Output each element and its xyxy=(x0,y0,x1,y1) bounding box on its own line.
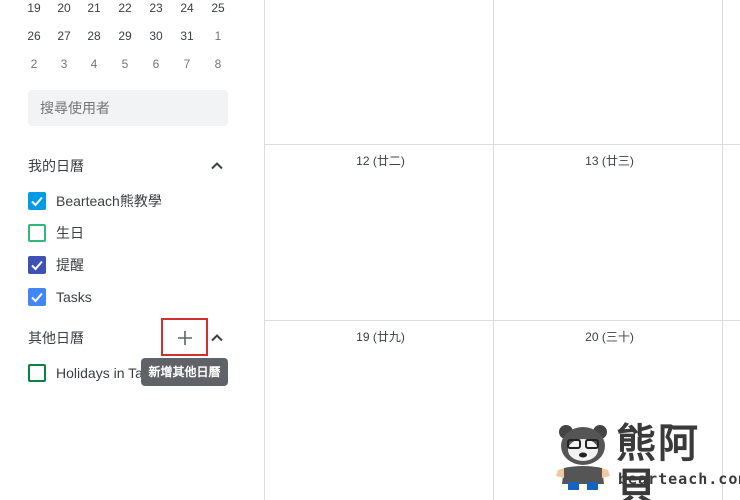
watermark-name: 熊阿貝 xyxy=(616,421,700,500)
calendar-item-bearteach[interactable]: Bearteach熊教學 xyxy=(28,190,258,212)
mini-calendar-day[interactable]: 27 xyxy=(50,28,78,44)
mini-calendar-day[interactable]: 30 xyxy=(142,28,170,44)
mini-calendar-week: 2 3 4 5 6 7 8 xyxy=(18,56,236,76)
mini-calendar-week: 19 20 21 22 23 24 25 xyxy=(18,0,236,20)
day-cell-date[interactable]: 19 (廿九) xyxy=(266,329,495,345)
calendar-item-tasks[interactable]: Tasks xyxy=(28,286,258,308)
day-cell-date[interactable]: 20 (三十) xyxy=(495,329,724,345)
my-calendars-title: 我的日曆 xyxy=(28,158,84,174)
grid-line xyxy=(264,320,740,321)
mini-calendar-day[interactable]: 26 xyxy=(20,28,48,44)
checkbox-unchecked-icon[interactable] xyxy=(28,364,46,382)
chevron-up-icon[interactable] xyxy=(208,157,226,175)
other-calendars-title: 其他日曆 xyxy=(28,330,84,346)
plus-icon xyxy=(176,329,194,352)
mini-calendar-day[interactable]: 1 xyxy=(204,28,232,44)
watermark-logo: 熊阿貝 bearteach.com xyxy=(548,416,740,500)
calendar-item-reminders[interactable]: 提醒 xyxy=(28,254,258,276)
checkbox-checked-icon[interactable] xyxy=(28,192,46,210)
mini-calendar-day[interactable]: 23 xyxy=(142,0,170,16)
grid-line xyxy=(493,0,494,500)
search-users-input[interactable] xyxy=(28,90,228,126)
mini-calendar-day[interactable]: 2 xyxy=(20,56,48,72)
mini-calendar-day[interactable]: 25 xyxy=(204,0,232,16)
mini-calendar-day[interactable]: 20 xyxy=(50,0,78,16)
mini-calendar-day[interactable]: 31 xyxy=(173,28,201,44)
mini-calendar-day[interactable]: 24 xyxy=(173,0,201,16)
add-calendar-tooltip: 新增其他日曆 xyxy=(141,358,228,386)
watermark-url: bearteach.com xyxy=(618,470,740,488)
calendar-item-label: Tasks xyxy=(56,289,92,305)
calendar-screen: 19 20 21 22 23 24 25 26 27 28 29 30 31 1… xyxy=(0,0,740,500)
calendar-item-label: 提醒 xyxy=(56,257,84,273)
grid-line xyxy=(264,0,265,500)
day-cell-date[interactable]: 12 (廿二) xyxy=(266,153,495,169)
mini-calendar-day[interactable]: 5 xyxy=(111,56,139,72)
mini-calendar-day[interactable]: 28 xyxy=(80,28,108,44)
bear-mascot-icon xyxy=(552,420,614,497)
calendar-item-label: Holidays in Ta xyxy=(56,365,143,381)
mini-calendar-day[interactable]: 21 xyxy=(80,0,108,16)
checkbox-unchecked-icon[interactable] xyxy=(28,224,46,242)
chevron-up-icon[interactable] xyxy=(208,329,226,347)
mini-calendar-day[interactable]: 19 xyxy=(20,0,48,16)
day-cell-date[interactable]: 13 (廿三) xyxy=(495,153,724,169)
sidebar: 19 20 21 22 23 24 25 26 27 28 29 30 31 1… xyxy=(0,0,264,500)
mini-calendar-day[interactable]: 7 xyxy=(173,56,201,72)
mini-calendar-day[interactable]: 6 xyxy=(142,56,170,72)
checkbox-checked-icon[interactable] xyxy=(28,256,46,274)
mini-calendar-day[interactable]: 4 xyxy=(80,56,108,72)
calendar-item-label: Bearteach熊教學 xyxy=(56,193,162,209)
mini-calendar-week: 26 27 28 29 30 31 1 xyxy=(18,28,236,48)
calendar-item-birthdays[interactable]: 生日 xyxy=(28,222,258,244)
grid-line xyxy=(264,144,740,145)
mini-calendar-day[interactable]: 8 xyxy=(204,56,232,72)
mini-calendar-day[interactable]: 29 xyxy=(111,28,139,44)
mini-calendar-day[interactable]: 22 xyxy=(111,0,139,16)
calendar-item-label: 生日 xyxy=(56,225,84,241)
mini-calendar-day[interactable]: 3 xyxy=(50,56,78,72)
checkbox-checked-icon[interactable] xyxy=(28,288,46,306)
add-other-calendar-button[interactable] xyxy=(161,318,208,356)
